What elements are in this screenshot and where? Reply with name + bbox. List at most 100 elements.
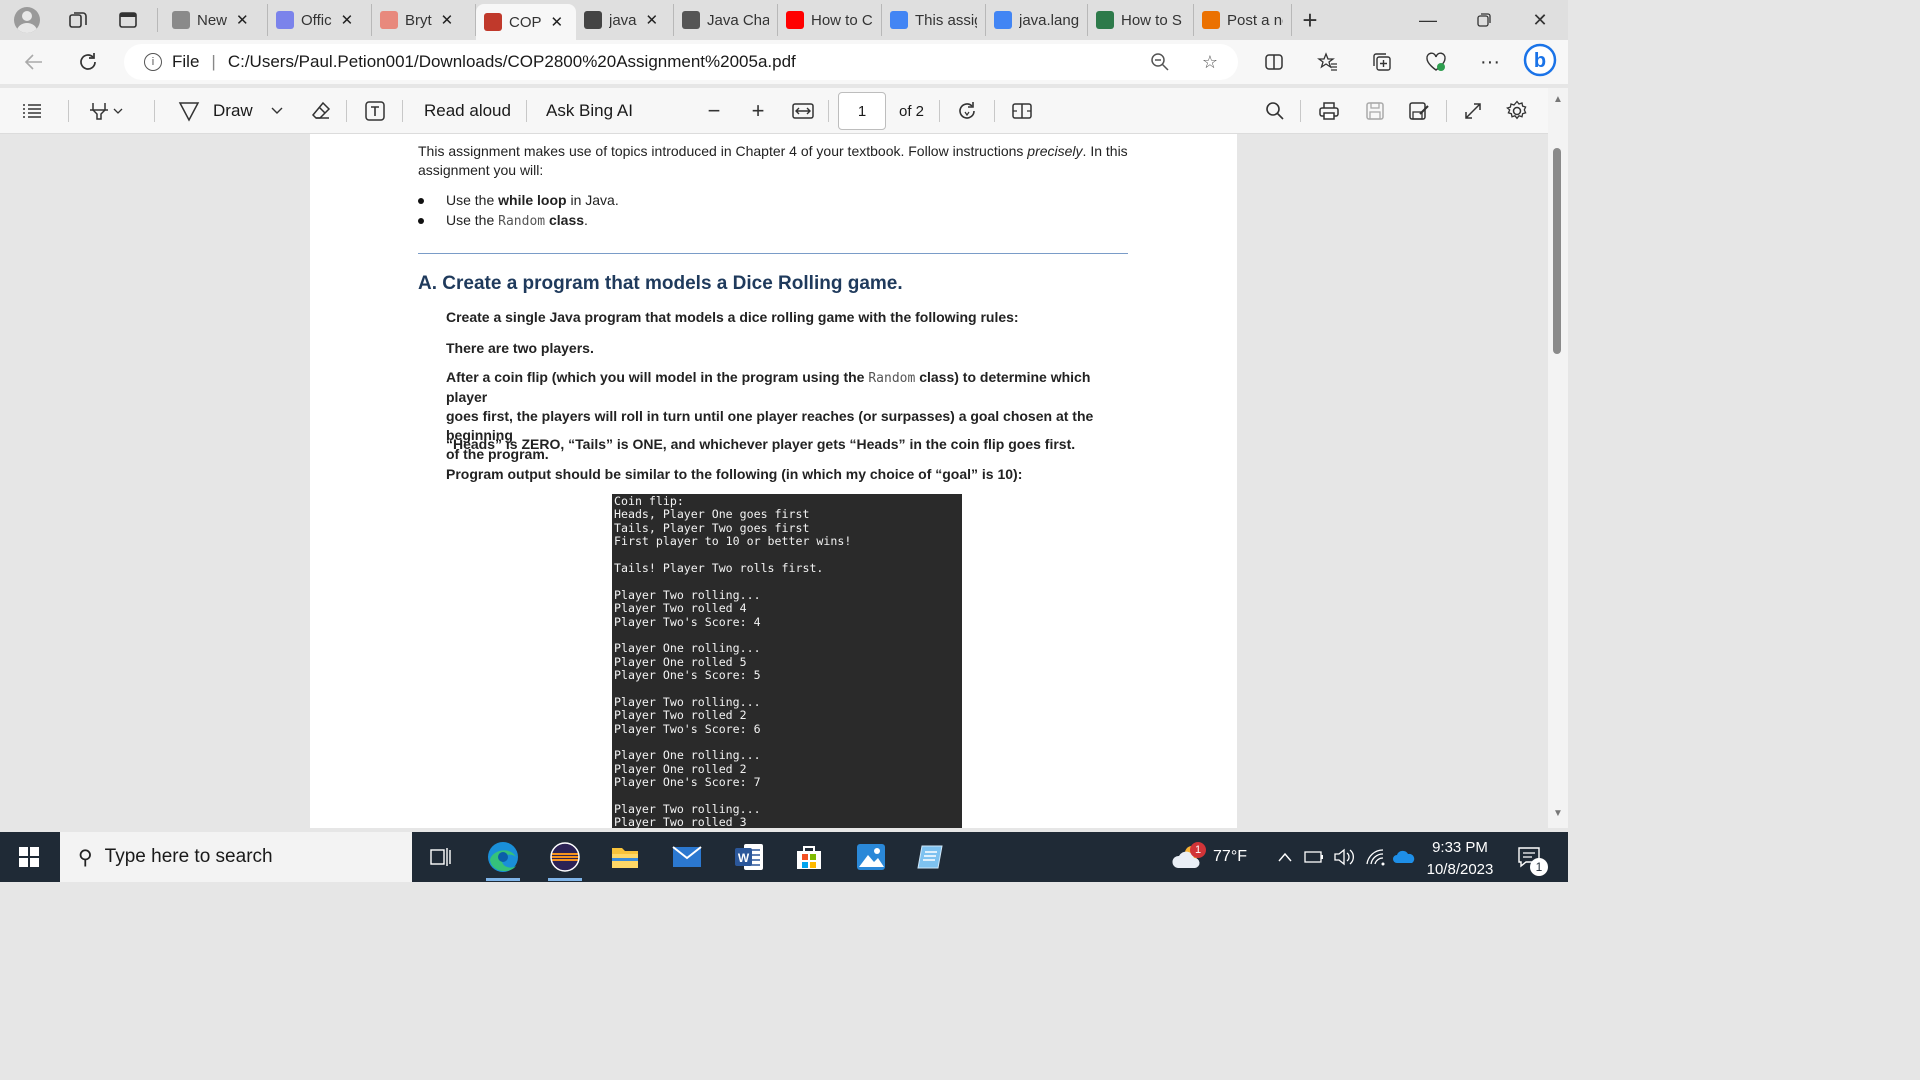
tab-title: Offic — [301, 11, 332, 29]
tab-close-icon[interactable]: ✕ — [236, 11, 249, 29]
browser-tab[interactable]: This assig — [882, 4, 986, 36]
photos-icon[interactable] — [842, 832, 900, 882]
erase-icon[interactable] — [306, 88, 336, 134]
list-item: Use the Random class. — [418, 212, 588, 229]
scroll-down-icon[interactable]: ▼ — [1548, 804, 1568, 822]
scroll-up-icon[interactable]: ▲ — [1548, 90, 1568, 108]
browser-tab[interactable]: Bryt ✕ — [372, 4, 476, 36]
clock[interactable]: 9:33 PM 10/8/2023 — [1412, 837, 1508, 881]
settings-gear-icon[interactable] — [1502, 88, 1532, 134]
browser-tab[interactable]: How to S — [1088, 4, 1194, 36]
save-as-icon[interactable] — [1404, 88, 1434, 134]
browser-tab[interactable]: Post a ne — [1194, 4, 1292, 36]
start-button[interactable] — [0, 832, 58, 882]
highlight-icon[interactable] — [78, 88, 134, 134]
office-icon — [276, 11, 294, 29]
task-view-icon[interactable] — [412, 832, 470, 882]
tab-close-icon[interactable]: ✕ — [341, 11, 354, 29]
microsoft-store-icon[interactable] — [780, 832, 838, 882]
battery-icon[interactable] — [1302, 832, 1326, 882]
draw-icon[interactable] — [176, 88, 202, 134]
browser-tab[interactable]: COP ✕ — [476, 4, 576, 40]
show-hidden-icons[interactable] — [1274, 832, 1296, 882]
profile-avatar[interactable] — [14, 7, 40, 33]
browser-tab[interactable]: New ✕ — [164, 4, 268, 36]
tab-title: How to S — [1121, 11, 1182, 29]
paragraph: Program output should be similar to the … — [446, 466, 1023, 482]
rotate-icon[interactable] — [952, 88, 982, 134]
mail-icon[interactable] — [658, 832, 716, 882]
pdf-page: This assignment makes use of topics intr… — [310, 134, 1237, 828]
draw-button[interactable]: Draw — [213, 88, 253, 134]
svg-text:W: W — [738, 851, 750, 865]
zoom-out-icon[interactable]: − — [700, 88, 728, 134]
weather-icon[interactable]: 1 — [1170, 832, 1208, 882]
site-info-icon[interactable]: i — [144, 53, 162, 71]
console-line: Player Two rolling... — [614, 801, 761, 816]
console-line: Coin flip: — [614, 494, 684, 508]
chevron-down-icon[interactable] — [266, 88, 288, 134]
notepad-icon[interactable] — [902, 832, 960, 882]
taskbar-search[interactable]: ⚲ Type here to search — [60, 832, 412, 882]
minimize-icon[interactable]: — — [1400, 0, 1456, 40]
refresh-icon[interactable] — [68, 44, 108, 80]
contents-icon[interactable] — [16, 88, 48, 134]
document-icon — [682, 11, 700, 29]
print-icon[interactable] — [1314, 88, 1344, 134]
url-text[interactable]: C:/Users/Paul.Petion001/Downloads/COP280… — [228, 52, 796, 72]
split-screen-icon[interactable] — [1254, 44, 1294, 80]
bing-chat-icon[interactable]: b — [1520, 42, 1560, 78]
scrollbar-thumb[interactable] — [1553, 148, 1561, 354]
console-line: Heads, Player One goes first — [614, 507, 810, 522]
tab-close-icon[interactable]: ✕ — [551, 13, 564, 31]
browser-tab[interactable]: java.lang — [986, 4, 1088, 36]
brytewave-icon — [380, 11, 398, 29]
browser-tab[interactable]: How to C — [778, 4, 882, 36]
browser-tab[interactable]: java ✕ — [576, 4, 674, 36]
page-view-icon[interactable] — [1006, 88, 1038, 134]
close-window-icon[interactable]: ✕ — [1512, 0, 1568, 40]
save-icon[interactable] — [1360, 88, 1390, 134]
favorites-icon[interactable] — [1308, 44, 1348, 80]
browser-tab[interactable]: Java Chal — [674, 4, 778, 36]
ask-bing-ai-button[interactable]: Ask Bing AI — [546, 88, 633, 134]
notifications-icon[interactable]: 1 — [1514, 832, 1548, 882]
file-explorer-icon[interactable] — [596, 832, 654, 882]
temperature[interactable]: 77°F — [1210, 832, 1250, 882]
address-box[interactable]: i File | C:/Users/Paul.Petion001/Downloa… — [124, 44, 1238, 80]
more-menu-icon[interactable]: ··· — [1470, 44, 1510, 80]
zoom-icon[interactable] — [1142, 44, 1178, 80]
new-tab-button[interactable]: + — [1292, 4, 1328, 36]
tab-title: How to C — [811, 11, 873, 29]
add-text-icon[interactable] — [360, 88, 390, 134]
fit-to-page-icon[interactable] — [788, 88, 818, 134]
back-icon[interactable] — [14, 44, 54, 80]
pdf-viewport[interactable]: This assignment makes use of topics intr… — [0, 134, 1548, 828]
tab-actions-icon[interactable] — [110, 4, 146, 36]
wifi-icon[interactable] — [1362, 832, 1390, 882]
tab-close-icon[interactable]: ✕ — [646, 11, 659, 29]
zoom-in-icon[interactable]: + — [744, 88, 772, 134]
collections-icon[interactable] — [1362, 44, 1402, 80]
console-line: Tails, Player Two goes first — [614, 520, 810, 535]
volume-icon[interactable] — [1330, 832, 1358, 882]
console-line: Player Two rolled 2 — [614, 708, 747, 723]
read-aloud-button[interactable]: Read aloud — [424, 88, 511, 134]
favorite-star-icon[interactable]: ☆ — [1192, 44, 1228, 80]
edge-icon[interactable] — [474, 832, 532, 882]
workspaces-icon[interactable] — [60, 4, 96, 36]
word-icon[interactable]: W — [720, 832, 778, 882]
page-number-input[interactable]: 1 — [838, 92, 886, 130]
browser-tab[interactable]: Offic ✕ — [268, 4, 372, 36]
tab-close-icon[interactable]: ✕ — [441, 11, 454, 29]
restore-icon[interactable] — [1456, 0, 1512, 40]
paragraph: Create a single Java program that models… — [446, 309, 1019, 325]
find-icon[interactable] — [1260, 88, 1290, 134]
pdf-toolbar: Draw Read aloud Ask Bing AI − + of 2 — [0, 88, 1568, 134]
browser-essentials-icon[interactable] — [1416, 44, 1456, 80]
eclipse-icon[interactable] — [536, 832, 594, 882]
console-line: Player Two's Score: 4 — [614, 614, 761, 629]
vertical-scrollbar[interactable]: ▲ ▼ — [1548, 88, 1568, 828]
full-screen-icon[interactable] — [1458, 88, 1488, 134]
